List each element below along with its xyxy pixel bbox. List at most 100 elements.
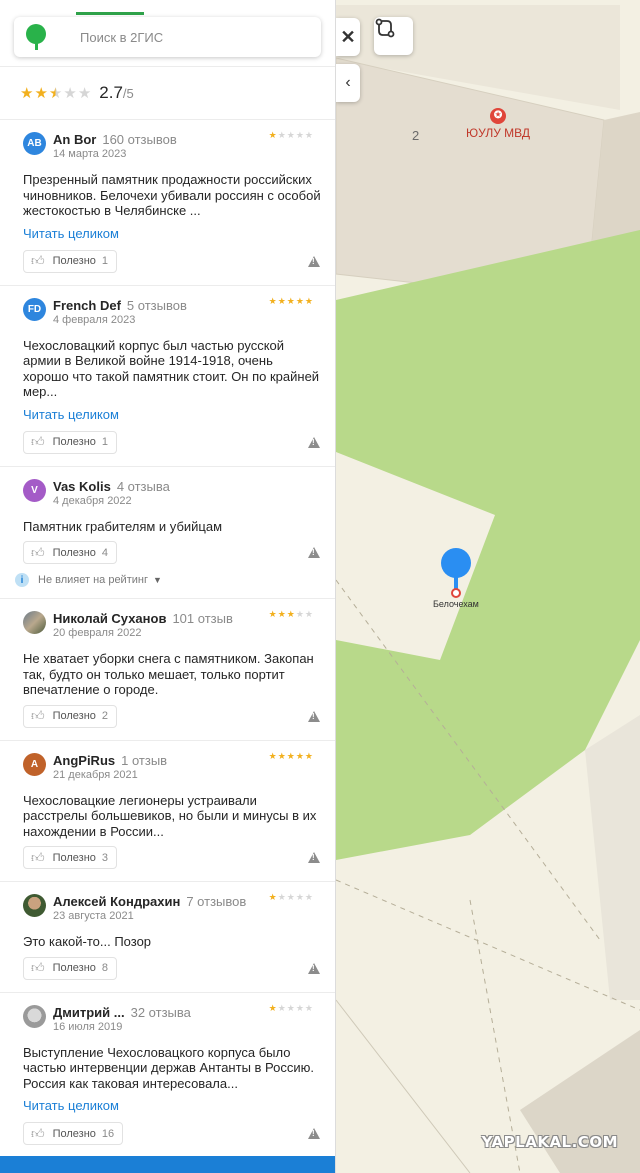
star-icon: ★ [295,750,304,761]
star-icon: ★ [277,750,286,761]
location-pin[interactable]: Белочехам [433,548,479,609]
avatar[interactable]: FD [23,297,46,321]
pin-label: Белочехам [433,599,479,609]
reviewer-name[interactable]: Vas Kolis [53,479,111,494]
star-icon: ★ [63,84,77,102]
reviewer-name[interactable]: Дмитрий ... [53,1005,125,1020]
star-icon: ★ [277,130,286,140]
report-icon[interactable] [308,962,320,974]
avatar[interactable]: A [23,752,46,776]
search-input[interactable]: Поиск в 2ГИС [14,17,321,57]
pin-dot [450,588,461,598]
reviewer-name[interactable]: AngPiRus [53,753,115,768]
thumbs-up-icon: 👍︎ [31,960,45,975]
route-icon [375,18,395,38]
report-icon[interactable] [308,710,320,722]
report-icon[interactable] [308,852,320,863]
helpful-label: Полезно [52,1127,96,1140]
rating-note-text: Не влияет на рейтинг [38,574,148,586]
review-item: Дмитрий ... 32 отзыва 16 июля 2019 ★ ★ ★ ★ ★ … [0,993,335,1158]
star-icon: ★ [304,1002,313,1013]
search-placeholder: Поиск в 2ГИС [80,29,164,45]
review-item: Алексей Кондрахин 7 отзывов 23 августа 20… [0,882,335,993]
helpful-label: Полезно [52,436,96,448]
review-stars: ★ ★ ★ ★ ★ [269,1002,313,1013]
report-icon[interactable] [308,255,320,267]
review-text: Это какой-то... Позор [23,934,152,949]
rating-stars: ★ ★ ★ ★ ★ [20,86,91,101]
poi-marker[interactable]: ✪ ЮУЛУ МВД [466,108,530,140]
star-icon: ★ [34,84,48,102]
pin-icon [440,548,471,578]
place-panel: Поиск в 2ГИС ★ ★ ★ ★ ★ 2.7/5 AB An Bor 160 от… [0,0,336,1173]
add-review-button[interactable] [0,1156,335,1173]
avatar[interactable] [23,611,46,634]
read-more-link[interactable]: Читать целиком [23,226,119,241]
read-more-link[interactable]: Читать целиком [23,1098,119,1113]
helpful-count: 4 [101,546,109,559]
star-icon: ★ [268,609,277,619]
review-text: Презренный памятник продажности российск… [23,172,321,218]
star-icon: ★ [286,609,295,619]
close-icon: ✕ [340,26,356,47]
helpful-count: 1 [101,255,109,267]
2gis-logo-icon [26,24,46,50]
star-icon: ★ [277,892,286,902]
helpful-button[interactable]: 👍︎ Полезно 1 [23,249,118,273]
building-number: 2 [412,128,420,143]
reviewer-review-count: 101 отзыв [172,611,233,626]
helpful-button[interactable]: 👍︎ Полезно 16 [23,1122,124,1145]
avatar[interactable] [23,894,46,917]
chevron-left-icon: ‹ [345,74,351,91]
reviewer-review-count: 32 отзыва [130,1004,191,1020]
reviewer-review-count: 5 отзывов [126,297,187,313]
review-stars: ★ ★ ★ ★ ★ [268,750,313,761]
avatar[interactable]: AB [23,132,46,155]
helpful-button[interactable]: 👍︎ Полезно 4 [23,541,118,564]
rating-note[interactable]: i Не влияет на рейтинг ▼ [15,573,322,598]
star-icon: ★ [268,130,277,140]
reviewer-review-count: 4 отзыва [116,478,170,494]
star-icon: ★ [295,892,304,902]
review-item: Николай Суханов 101 отзыв 20 февраля 2022… [0,599,335,741]
helpful-button[interactable]: 👍︎ Полезно 1 [23,430,118,454]
report-icon[interactable] [308,436,320,448]
review-stars: ★ ★ ★ ★ ★ [269,295,313,306]
reviewer-name[interactable]: Николай Суханов [53,611,166,626]
chevron-down-icon: ▼ [152,575,162,585]
star-icon: ★ [304,892,313,902]
read-more-link[interactable]: Читать целиком [23,407,119,422]
helpful-label: Полезно [52,962,96,974]
thumbs-up-icon: 👍︎ [31,544,45,560]
star-icon: ★ [286,295,295,306]
star-icon: ★ [77,84,92,102]
review-stars: ★ ★ ★ ★ ★ [269,893,313,902]
reviewer-name[interactable]: Алексей Кондрахин [53,894,180,909]
thumbs-up-icon: 👍︎ [31,849,45,865]
reviewer-name[interactable]: French Def [53,298,121,313]
route-button[interactable] [374,17,413,55]
report-icon[interactable] [308,1128,320,1139]
thumbs-up-icon: 👍︎ [31,708,45,723]
rating-value: 2.7 [99,83,123,102]
reviewer-name[interactable]: An Bor [53,132,96,147]
avatar[interactable]: V [23,478,46,502]
tab-indicator [76,12,144,15]
star-icon: ★ [295,609,304,619]
thumbs-up-icon: 👍︎ [31,1125,45,1141]
collapse-panel-button[interactable]: ‹ [336,64,360,102]
avatar[interactable] [23,1004,46,1028]
report-icon[interactable] [308,547,320,558]
close-button[interactable]: ✕ [336,18,360,56]
helpful-label: Полезно [52,255,96,267]
helpful-button[interactable]: 👍︎ Полезно 2 [23,704,118,728]
helpful-button[interactable]: 👍︎ Полезно 3 [23,846,118,869]
helpful-button[interactable]: 👍︎ Полезно 8 [23,956,118,980]
review-item: AB An Bor 160 отзывов 14 марта 2023 ★ ★ ★ ★ ★… [0,120,335,286]
star-icon: ★ [304,750,313,761]
star-icon: ★ [268,750,277,761]
helpful-label: Полезно [52,851,96,864]
review-text: Не хватает уборки снега с памятником. За… [23,651,314,697]
helpful-label: Полезно [52,546,96,559]
review-date: 20 февраля 2022 [53,627,142,639]
